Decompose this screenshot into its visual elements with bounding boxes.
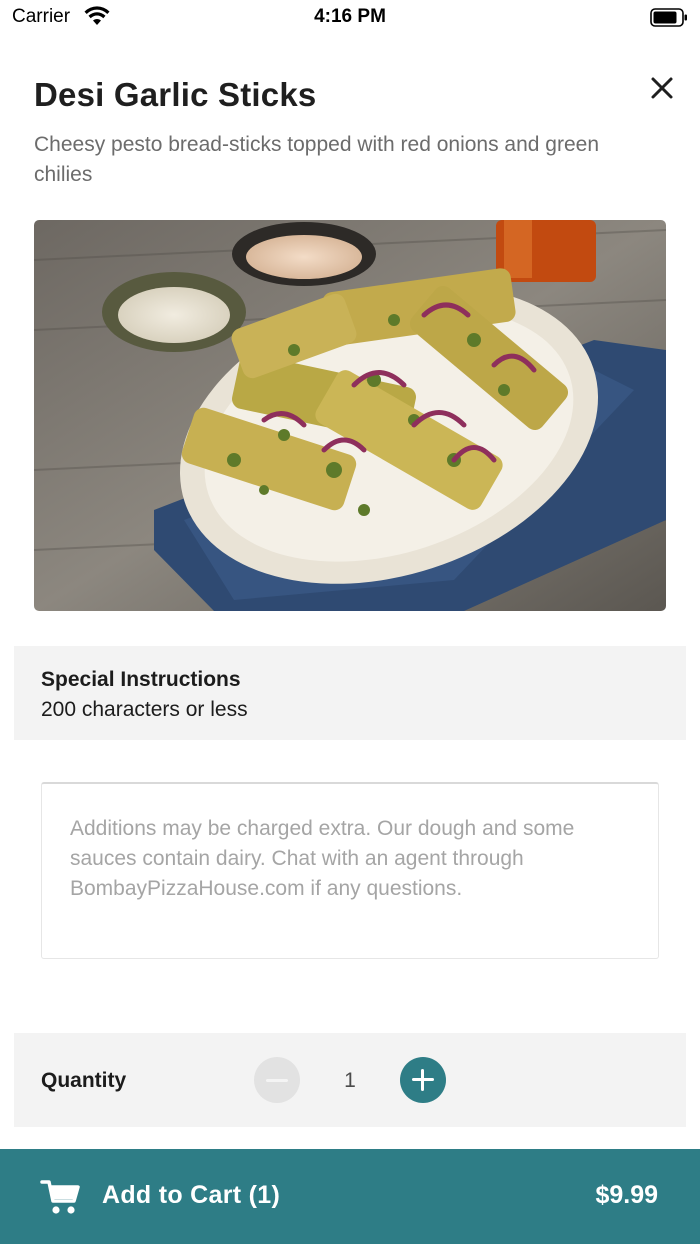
add-to-cart-label: Add to Cart (1): [102, 1181, 281, 1209]
battery-icon: [650, 8, 687, 27]
status-bar: Carrier 4:16 PM: [0, 0, 700, 36]
add-to-cart-button[interactable]: Add to Cart (1) $9.99: [0, 1149, 700, 1244]
item-photo: [34, 220, 666, 611]
quantity-value: 1: [344, 1069, 356, 1092]
close-button[interactable]: [644, 70, 680, 106]
increase-quantity-button[interactable]: [400, 1057, 446, 1103]
special-instructions-input[interactable]: [41, 782, 659, 959]
special-instructions-limit: 200 characters or less: [41, 698, 248, 721]
clock: 4:16 PM: [314, 6, 386, 27]
item-title: Desi Garlic Sticks: [34, 76, 317, 113]
close-icon: [651, 77, 673, 99]
special-instructions-title: Special Instructions: [41, 668, 241, 691]
item-description: Cheesy pesto bread-sticks topped with re…: [34, 133, 600, 186]
decrease-quantity-button[interactable]: [254, 1057, 300, 1103]
quantity-row: Quantity 1: [14, 1033, 686, 1127]
cart-icon: [40, 1180, 80, 1214]
cart-total-price: $9.99: [595, 1181, 658, 1209]
special-instructions-header: Special Instructions 200 characters or l…: [14, 646, 686, 740]
quantity-label: Quantity: [41, 1069, 127, 1092]
